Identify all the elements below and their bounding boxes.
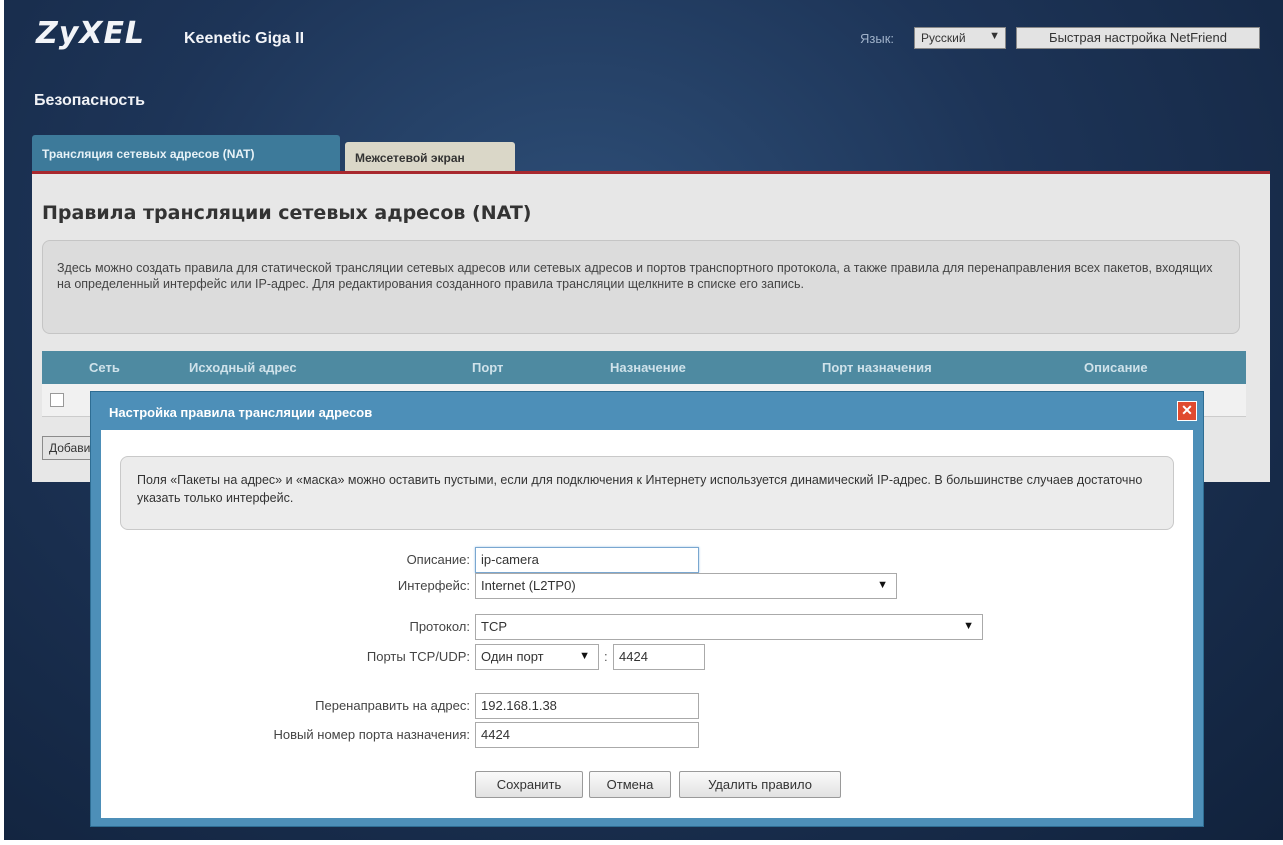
dialog-title: Настройка правила трансляции адресов bbox=[109, 405, 373, 420]
protocol-value: TCP bbox=[481, 619, 507, 634]
dialog-body: Поля «Пакеты на адрес» и «маска» можно о… bbox=[101, 430, 1193, 818]
dropdown-arrow-icon: ▼ bbox=[963, 620, 974, 632]
cancel-button[interactable]: Отмена bbox=[589, 771, 671, 798]
column-port: Порт bbox=[472, 360, 504, 375]
dropdown-arrow-icon: ▼ bbox=[989, 30, 1000, 42]
interface-select[interactable]: Internet (L2TP0) ▼ bbox=[475, 573, 897, 599]
close-icon[interactable]: ✕ bbox=[1177, 401, 1197, 421]
redirect-label: Перенаправить на адрес: bbox=[315, 698, 470, 713]
new-port-label: Новый номер порта назначения: bbox=[273, 727, 470, 742]
description-field[interactable]: ip-camera bbox=[475, 547, 699, 573]
description-label: Описание: bbox=[406, 552, 470, 567]
interface-value: Internet (L2TP0) bbox=[481, 578, 576, 593]
port-field[interactable]: 4424 bbox=[613, 644, 705, 670]
new-port-field[interactable]: 4424 bbox=[475, 722, 699, 748]
page-title: Безопасность bbox=[34, 92, 145, 109]
row-checkbox[interactable] bbox=[50, 393, 64, 407]
ports-separator: : bbox=[604, 649, 608, 664]
ports-label: Порты TCP/UDP: bbox=[366, 649, 470, 664]
language-value: Русский bbox=[921, 31, 966, 45]
rules-table-header: Сеть Исходный адрес Порт Назначение Порт… bbox=[42, 351, 1246, 384]
interface-label: Интерфейс: bbox=[397, 578, 470, 593]
dropdown-arrow-icon: ▼ bbox=[579, 650, 590, 662]
language-label: Язык: bbox=[860, 31, 894, 46]
quick-setup-button[interactable]: Быстрая настройка NetFriend bbox=[1016, 27, 1260, 49]
router-page: ZyXEL Keenetic Giga II Язык: Русский ▼ Б… bbox=[4, 0, 1283, 840]
dropdown-arrow-icon: ▼ bbox=[877, 579, 888, 591]
protocol-label: Протокол: bbox=[409, 619, 470, 634]
tab-firewall[interactable]: Межсетевой экран bbox=[345, 142, 515, 171]
panel-title: Правила трансляции сетевых адресов (NAT) bbox=[42, 202, 532, 224]
save-button[interactable]: Сохранить bbox=[475, 771, 583, 798]
column-destination-port: Порт назначения bbox=[822, 360, 932, 375]
delete-rule-button[interactable]: Удалить правило bbox=[679, 771, 841, 798]
panel-info: Здесь можно создать правила для статичес… bbox=[42, 240, 1240, 334]
column-destination: Назначение bbox=[610, 360, 686, 375]
ports-mode-value: Один порт bbox=[481, 649, 544, 664]
redirect-address-field[interactable]: 192.168.1.38 bbox=[475, 693, 699, 719]
ports-mode-select[interactable]: Один порт ▼ bbox=[475, 644, 599, 670]
column-source-address: Исходный адрес bbox=[189, 360, 297, 375]
column-network: Сеть bbox=[89, 360, 120, 375]
model-name: Keenetic Giga II bbox=[184, 30, 305, 47]
zyxel-logo: ZyXEL bbox=[36, 16, 146, 51]
tab-nat[interactable]: Трансляция сетевых адресов (NAT) bbox=[32, 135, 340, 171]
dialog-note: Поля «Пакеты на адрес» и «маска» можно о… bbox=[120, 456, 1174, 530]
rule-dialog: Настройка правила трансляции адресов ✕ П… bbox=[90, 391, 1204, 827]
column-description: Описание bbox=[1084, 360, 1148, 375]
protocol-select[interactable]: TCP ▼ bbox=[475, 614, 983, 640]
language-select[interactable]: Русский ▼ bbox=[914, 27, 1006, 49]
